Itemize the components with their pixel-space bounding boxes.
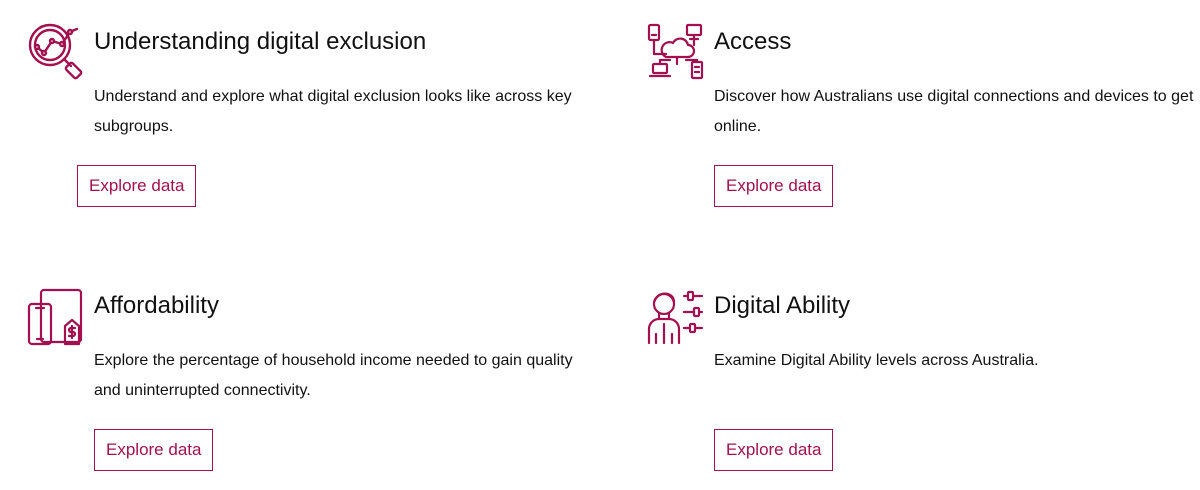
card-title: Understanding digital exclusion <box>94 28 427 55</box>
card-access: Access Discover how Australians use digi… <box>600 0 1200 245</box>
explore-data-button[interactable]: Explore data <box>714 165 834 207</box>
magnifier-chart-icon <box>26 20 86 80</box>
explore-data-button[interactable]: Explore data <box>714 429 834 471</box>
card-digital-ability: Digital Ability Examine Digital Ability … <box>600 245 1200 490</box>
card-affordability: Affordability Explore the percentage of … <box>0 245 600 490</box>
person-sliders-icon <box>646 286 706 346</box>
card-description: Examine Digital Ability levels across Au… <box>714 352 1039 369</box>
card-description: Explore the percentage of household inco… <box>94 352 573 399</box>
network-devices-icon <box>646 22 706 82</box>
explore-data-button[interactable]: Explore data <box>77 165 197 207</box>
devices-dollar-icon <box>25 286 85 346</box>
card-description: Understand and explore what digital excl… <box>94 88 572 135</box>
card-description: Discover how Australians use digital con… <box>714 88 1194 135</box>
card-title: Affordability <box>94 292 219 319</box>
card-title: Digital Ability <box>714 292 851 319</box>
card-title: Access <box>714 28 792 55</box>
card-understanding-digital-exclusion: Understanding digital exclusion Understa… <box>0 0 600 245</box>
explore-data-button[interactable]: Explore data <box>94 429 214 471</box>
